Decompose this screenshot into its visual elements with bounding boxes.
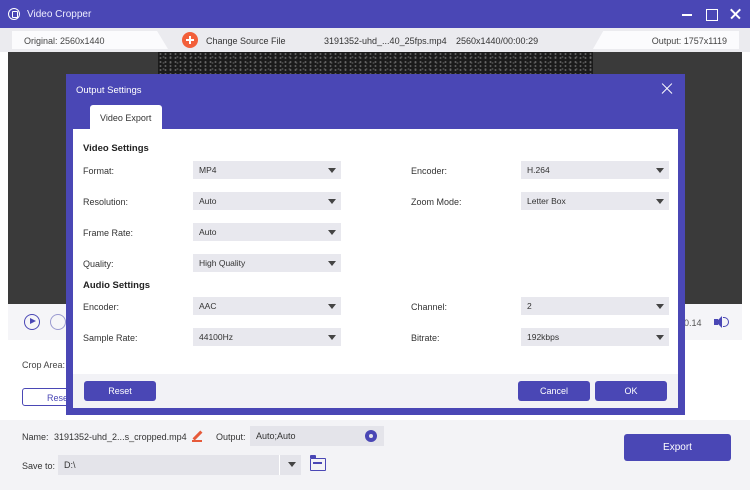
cancel-button[interactable]: Cancel xyxy=(518,381,590,401)
channel-select[interactable]: 2 xyxy=(521,297,669,315)
title-bar: Video Cropper xyxy=(0,0,750,28)
crop-area-label: Crop Area: xyxy=(22,360,66,370)
tab-video-export-label: Video Export xyxy=(100,113,152,123)
edit-name-icon[interactable] xyxy=(192,431,202,442)
output-label: Output: xyxy=(216,432,246,442)
chevron-down-icon xyxy=(656,168,664,173)
format-label: Format: xyxy=(83,166,115,176)
reset-crop-label: Rese xyxy=(47,393,69,403)
folder-icon[interactable] xyxy=(309,455,326,471)
chevron-down-icon xyxy=(328,230,336,235)
time-display: 0.14 xyxy=(684,318,702,328)
play-icon[interactable] xyxy=(24,314,40,330)
original-size-tag: Original: 2560x1440 xyxy=(12,31,168,49)
change-source-file-label: Change Source File xyxy=(206,36,286,46)
tab-video-export[interactable]: Video Export xyxy=(90,105,162,129)
maximize-icon[interactable] xyxy=(703,6,719,22)
output-size-label: Output: 1757x1119 xyxy=(651,36,727,46)
output-settings-dialog: Output Settings Video Export Video Setti… xyxy=(66,74,685,415)
audio-settings-heading: Audio Settings xyxy=(83,280,151,291)
zoom-mode-select[interactable]: Letter Box xyxy=(521,192,669,210)
zoom-mode-label: Zoom Mode: xyxy=(411,197,462,207)
audio-encoder-select[interactable]: AAC xyxy=(193,297,341,315)
channel-value: 2 xyxy=(527,301,532,311)
output-size-tag: Output: 1757x1119 xyxy=(593,31,739,49)
resolution-label: Resolution: xyxy=(83,197,129,207)
channel-label: Channel: xyxy=(411,302,448,312)
audio-encoder-label: Encoder: xyxy=(83,302,120,312)
resolution-select[interactable]: Auto xyxy=(193,192,341,210)
output-format-field[interactable]: Auto;Auto xyxy=(250,426,384,446)
source-file-name: 3191352-uhd_...40_25fps.mp4 xyxy=(324,36,447,46)
volume-wave-icon xyxy=(723,317,729,327)
format-select[interactable]: MP4 xyxy=(193,161,341,179)
encoder-label: Encoder: xyxy=(411,166,448,176)
change-source-file-button[interactable]: Change Source File xyxy=(182,31,292,49)
encoder-select[interactable]: H.264 xyxy=(521,161,669,179)
frame-rate-value: Auto xyxy=(199,227,217,237)
save-to-value: D:\ xyxy=(64,460,76,470)
video-settings-heading: Video Settings xyxy=(83,143,149,154)
chevron-down-icon xyxy=(656,199,664,204)
reset-button[interactable]: Reset xyxy=(84,381,156,401)
dialog-body: Video Settings Format: MP4 Encoder: H.26… xyxy=(73,129,678,374)
info-bar: Original: 2560x1440 Change Source File 3… xyxy=(0,28,750,52)
sample-rate-select[interactable]: 44100Hz xyxy=(193,328,341,346)
close-icon[interactable] xyxy=(660,82,674,96)
format-value: MP4 xyxy=(199,165,217,175)
chevron-down-icon xyxy=(656,304,664,309)
audio-encoder-value: AAC xyxy=(199,301,217,311)
quality-value: High Quality xyxy=(199,258,246,268)
resolution-value: Auto xyxy=(199,196,217,206)
gear-icon[interactable] xyxy=(365,430,377,442)
export-button[interactable]: Export xyxy=(624,434,731,461)
footer-bar: Name: 3191352-uhd_2...s_cropped.mp4 Outp… xyxy=(0,420,750,490)
original-size-label: Original: 2560x1440 xyxy=(24,36,105,46)
frame-rate-select[interactable]: Auto xyxy=(193,223,341,241)
zoom-mode-value: Letter Box xyxy=(527,196,566,206)
plus-icon xyxy=(182,32,198,48)
dialog-title: Output Settings xyxy=(76,85,142,96)
chevron-down-icon xyxy=(328,261,336,266)
close-window-icon[interactable] xyxy=(727,6,743,22)
frame-rate-label: Frame Rate: xyxy=(83,228,134,238)
chevron-down-icon xyxy=(328,335,336,340)
ok-button[interactable]: OK xyxy=(595,381,667,401)
stop-icon[interactable] xyxy=(50,314,66,330)
sample-rate-label: Sample Rate: xyxy=(83,333,138,343)
chevron-down-icon xyxy=(328,168,336,173)
minimize-icon[interactable] xyxy=(679,6,695,22)
source-file-meta: 2560x1440/00:00:29 xyxy=(456,36,539,46)
output-file-name: 3191352-uhd_2...s_cropped.mp4 xyxy=(54,432,187,442)
chevron-down-icon xyxy=(328,304,336,309)
chevron-down-icon xyxy=(288,462,296,467)
chevron-down-icon xyxy=(328,199,336,204)
quality-label: Quality: xyxy=(83,259,114,269)
save-to-label: Save to: xyxy=(22,461,56,471)
save-to-dropdown[interactable] xyxy=(279,455,301,475)
quality-select[interactable]: High Quality xyxy=(193,254,341,272)
app-logo-icon xyxy=(8,8,20,20)
bitrate-select[interactable]: 192kbps xyxy=(521,328,669,346)
name-label: Name: xyxy=(22,432,49,442)
app-title: Video Cropper xyxy=(27,9,92,20)
sample-rate-value: 44100Hz xyxy=(199,332,234,342)
bitrate-value: 192kbps xyxy=(527,332,560,342)
encoder-value: H.264 xyxy=(527,165,550,175)
bitrate-label: Bitrate: xyxy=(411,333,440,343)
chevron-down-icon xyxy=(656,335,664,340)
save-to-select[interactable]: D:\ xyxy=(58,455,301,475)
dialog-footer: Reset Cancel OK xyxy=(73,374,678,408)
output-format-value: Auto;Auto xyxy=(256,431,296,441)
